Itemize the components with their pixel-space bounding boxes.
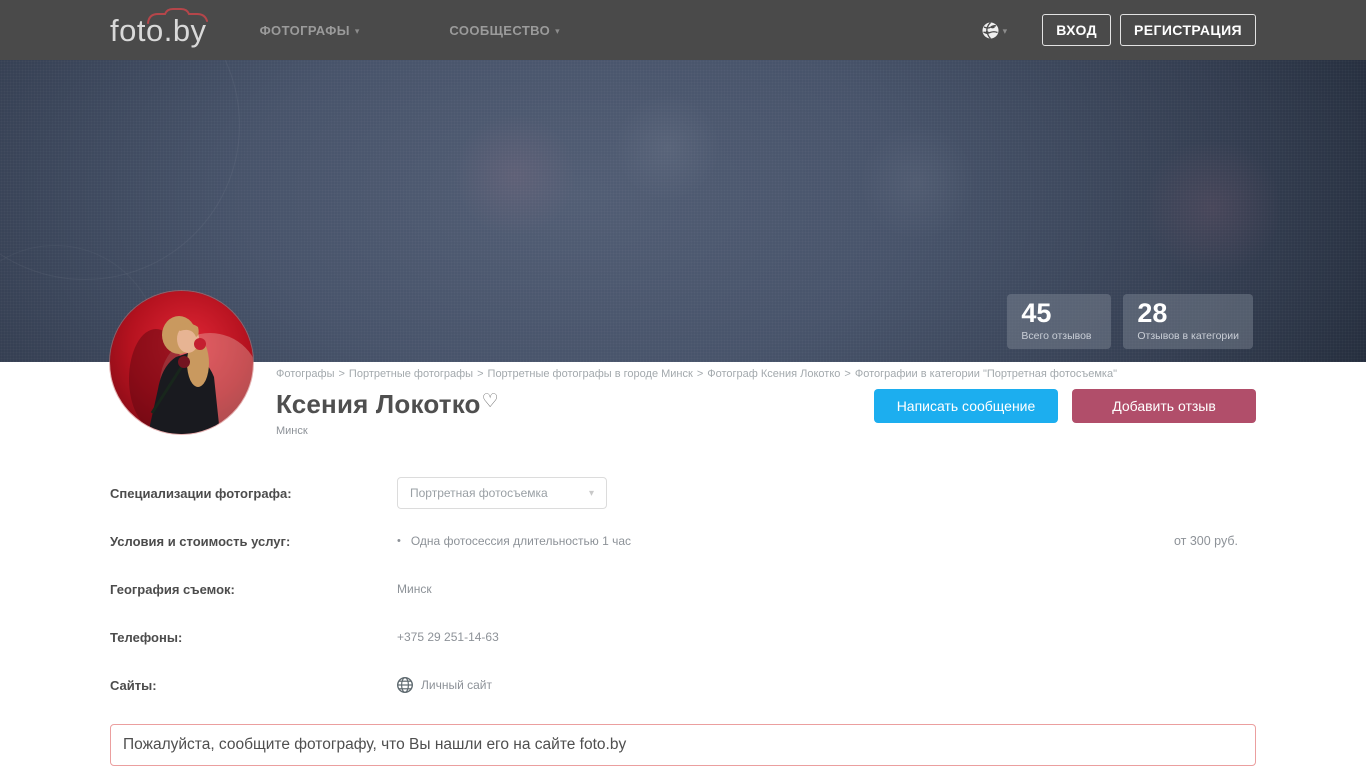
camera-logo-icon xyxy=(147,7,208,24)
referral-notice-text: Пожалуйста, сообщите фотографу, что Вы н… xyxy=(123,736,627,753)
specialization-select[interactable]: Портретная фотосъемка ▾ xyxy=(397,477,607,509)
main-nav: ФОТОГРАФЫ ▾ СООБЩЕСТВО ▾ xyxy=(260,23,650,38)
breadcrumb-item[interactable]: Портретные фотографы в городе Минск xyxy=(488,368,693,380)
referral-notice: Пожалуйста, сообщите фотографу, что Вы н… xyxy=(110,724,1256,766)
nav-item-label: СООБЩЕСТВО xyxy=(449,22,551,38)
breadcrumb-item[interactable]: Фотографии в категории "Портретная фотос… xyxy=(855,368,1117,380)
banner-decor-circle xyxy=(615,95,720,200)
nav-item-photographers[interactable]: ФОТОГРАФЫ ▾ xyxy=(260,23,360,38)
banner-decor-circle xyxy=(455,115,575,235)
chevron-down-icon: ▾ xyxy=(354,25,360,36)
favorite-heart-icon[interactable]: ♡ xyxy=(482,391,499,412)
profile-avatar xyxy=(110,291,253,434)
pricing-item-text: Одна фотосессия длительностью 1 час xyxy=(410,534,632,548)
breadcrumb-separator: > xyxy=(338,368,345,380)
breadcrumb-separator: > xyxy=(696,368,704,380)
review-stats: 45 Всего отзывов 28 Отзывов в категории xyxy=(995,294,1253,349)
personal-site-link[interactable]: Личный сайт xyxy=(397,677,492,693)
stat-label: Отзывов в категории xyxy=(1137,330,1239,342)
stat-label: Всего отзывов xyxy=(1021,330,1092,342)
stat-total-reviews: 45 Всего отзывов xyxy=(1007,294,1112,349)
personal-site-label: Личный сайт xyxy=(421,678,492,692)
nav-item-label: ФОТОГРАФЫ xyxy=(259,22,350,38)
stat-category-reviews: 28 Отзывов в категории xyxy=(1123,294,1253,349)
register-button[interactable]: РЕГИСТРАЦИЯ xyxy=(1120,14,1256,46)
sites-row: Сайты: Личный сайт xyxy=(110,669,1256,701)
row-label: Сайты: xyxy=(110,677,157,693)
breadcrumb: Фотографы > Портретные фотографы > Портретны… xyxy=(276,368,1256,380)
pricing-value: от 300 руб. xyxy=(1173,534,1238,548)
specialization-selected-value: Портретная фотосъемка xyxy=(410,486,548,500)
profile-title-block: Ксения Локотко♡ Минск xyxy=(276,389,499,437)
nav-item-community[interactable]: СООБЩЕСТВО ▾ xyxy=(449,23,559,38)
login-button[interactable]: ВХОД xyxy=(1042,14,1112,46)
row-content: • Одна фотосессия длительностью 1 час от… xyxy=(397,534,1256,548)
bullet-icon: • xyxy=(397,535,401,547)
geography-row: География съемок: Минск xyxy=(110,573,1256,605)
row-label: Условия и стоимость услуг: xyxy=(110,533,291,549)
specializations-row: Специализации фотографа: Портретная фото… xyxy=(110,477,1256,509)
chevron-down-icon: ▾ xyxy=(555,25,560,36)
banner-decor-circle xyxy=(1145,140,1280,275)
chevron-down-icon: ▾ xyxy=(588,487,594,499)
send-message-button[interactable]: Написать сообщение xyxy=(874,389,1058,423)
row-label: Специализации фотографа: xyxy=(110,485,292,501)
profile-city: Минск xyxy=(276,425,308,437)
globe-icon xyxy=(982,21,999,39)
phones-row: Телефоны: +375 29 251-14-63 xyxy=(110,621,1256,653)
profile-actions: Написать сообщение Добавить отзыв xyxy=(860,389,1256,423)
navbar-right: ▾ ВХОД РЕГИСТРАЦИЯ xyxy=(982,14,1256,46)
chevron-down-icon: ▾ xyxy=(1002,25,1008,36)
top-navbar: foto.by ФОТОГРАФЫ ▾ СООБЩЕСТВО ▾ ▾ ВХОД … xyxy=(0,0,1366,60)
banner-decor-circle xyxy=(860,125,975,240)
globe-icon xyxy=(397,677,413,693)
add-review-button[interactable]: Добавить отзыв xyxy=(1072,389,1256,423)
phone-value: +375 29 251-14-63 xyxy=(397,630,499,644)
stat-value: 45 xyxy=(1021,298,1052,329)
profile-details: Специализации фотографа: Портретная фото… xyxy=(110,477,1256,701)
breadcrumb-item[interactable]: Фотограф Ксения Локотко xyxy=(707,368,840,380)
avatar-photo xyxy=(110,291,253,434)
photographer-profile-page: foto.by ФОТОГРАФЫ ▾ СООБЩЕСТВО ▾ ▾ ВХОД … xyxy=(0,0,1366,768)
site-logo[interactable]: foto.by xyxy=(110,7,208,46)
breadcrumb-separator: > xyxy=(477,368,484,380)
breadcrumb-item[interactable]: Портретные фотографы xyxy=(349,368,473,380)
language-switcher[interactable]: ▾ xyxy=(982,21,1008,39)
row-label: География съемок: xyxy=(110,581,235,597)
pricing-row: Условия и стоимость услуг: • Одна фотосе… xyxy=(110,525,1256,557)
breadcrumb-item[interactable]: Фотографы xyxy=(276,368,334,380)
profile-header: Ксения Локотко♡ Минск Написать сообщение… xyxy=(110,389,1256,437)
page-title: Ксения Локотко xyxy=(276,389,481,419)
geography-value: Минск xyxy=(397,582,432,596)
row-content: Портретная фотосъемка ▾ xyxy=(397,477,1256,509)
row-content: Личный сайт xyxy=(397,677,1256,693)
breadcrumb-separator: > xyxy=(844,368,851,380)
row-label: Телефоны: xyxy=(110,629,183,645)
stat-value: 28 xyxy=(1137,298,1168,329)
